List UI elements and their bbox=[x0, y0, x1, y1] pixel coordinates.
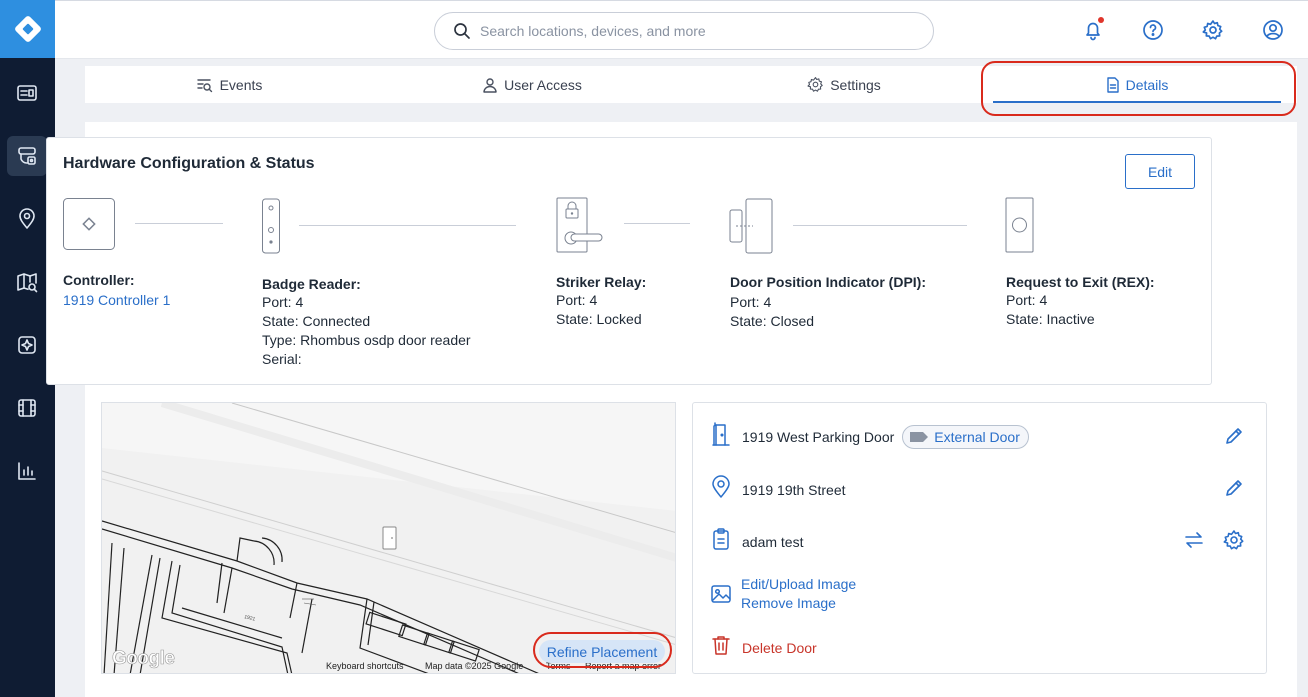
location-pin-icon bbox=[710, 475, 742, 504]
top-bar bbox=[55, 1, 1308, 59]
rex-sensor-icon bbox=[1005, 197, 1034, 253]
connector-line bbox=[793, 225, 967, 226]
settings-button[interactable] bbox=[1201, 18, 1225, 42]
edit-address-button[interactable] bbox=[1223, 477, 1245, 504]
badge-reader-port: Port: 4 bbox=[262, 294, 304, 310]
bar-chart-icon bbox=[18, 462, 36, 480]
trash-icon bbox=[710, 634, 742, 661]
policy-settings-button[interactable] bbox=[1223, 529, 1245, 556]
dashboard-icon bbox=[17, 85, 37, 101]
search-input[interactable] bbox=[480, 23, 880, 39]
delete-door-button[interactable]: Delete Door bbox=[742, 640, 817, 656]
edit-door-name-button[interactable] bbox=[1223, 425, 1245, 452]
badge-reader-icon bbox=[262, 198, 280, 254]
map-data-attribution: Map data ©2025 Google bbox=[425, 661, 524, 671]
gear-icon bbox=[1223, 530, 1244, 550]
striker-relay-port: Port: 4 bbox=[556, 292, 598, 308]
swap-policy-button[interactable] bbox=[1183, 529, 1205, 556]
striker-relay-label: Striker Relay: bbox=[556, 274, 647, 290]
tab-events[interactable]: Events bbox=[85, 66, 373, 103]
controller-icon bbox=[63, 198, 115, 250]
film-icon bbox=[18, 399, 36, 417]
events-icon bbox=[196, 78, 212, 92]
door-address: 1919 19th Street bbox=[742, 481, 846, 498]
door-name: 1919 West Parking Door bbox=[742, 428, 895, 445]
tab-user-access-label: User Access bbox=[504, 76, 582, 93]
door-sensor-icon bbox=[729, 198, 773, 254]
integrations-icon bbox=[18, 336, 36, 354]
nav-video[interactable] bbox=[7, 388, 47, 428]
delete-door-row[interactable]: Delete Door bbox=[710, 634, 817, 661]
pencil-icon bbox=[1226, 480, 1242, 496]
google-logo: Google bbox=[112, 648, 176, 670]
refine-placement-highlight bbox=[533, 632, 672, 668]
badge-reader-state: State: Connected bbox=[262, 313, 371, 329]
nav-integrations[interactable] bbox=[7, 325, 47, 365]
app-logo[interactable] bbox=[0, 0, 55, 58]
gear-icon bbox=[807, 77, 823, 92]
pencil-icon bbox=[1226, 428, 1242, 444]
connector-line bbox=[299, 225, 516, 226]
connector-line bbox=[624, 223, 690, 224]
details-tab-highlight bbox=[981, 61, 1296, 116]
door-type-label: External Door bbox=[934, 428, 1020, 445]
edit-upload-image-link[interactable]: Edit/Upload Image bbox=[741, 576, 856, 592]
tab-user-access[interactable]: User Access bbox=[388, 66, 676, 103]
tab-settings-label: Settings bbox=[830, 76, 881, 93]
remove-image-link[interactable]: Remove Image bbox=[741, 595, 836, 611]
badge-reader-type: Type: Rhombus osdp door reader bbox=[262, 332, 471, 348]
lock-icon bbox=[556, 197, 603, 253]
notifications-button[interactable] bbox=[1081, 17, 1105, 42]
door-name-row: 1919 West Parking Door External Door bbox=[710, 422, 1029, 451]
rex-state: State: Inactive bbox=[1006, 311, 1095, 327]
nav-locations[interactable] bbox=[7, 199, 47, 239]
search-icon bbox=[454, 23, 470, 39]
rex-label: Request to Exit (REX): bbox=[1006, 274, 1155, 290]
help-button[interactable] bbox=[1141, 18, 1165, 42]
rex-port: Port: 4 bbox=[1006, 292, 1048, 308]
controller-label: Controller: bbox=[63, 272, 135, 288]
connector-line bbox=[135, 223, 223, 224]
map-search-icon bbox=[17, 273, 38, 293]
dpi-port: Port: 4 bbox=[730, 294, 772, 310]
nav-access-control[interactable] bbox=[7, 136, 47, 176]
door-details-card: 1919 West Parking Door External Door 191… bbox=[692, 402, 1267, 674]
account-button[interactable] bbox=[1261, 18, 1285, 42]
location-pin-icon bbox=[19, 208, 35, 229]
policy-name: adam test bbox=[742, 533, 804, 550]
user-icon bbox=[483, 77, 497, 93]
image-icon bbox=[710, 583, 732, 610]
notification-dot bbox=[1098, 17, 1104, 23]
nav-dashboard[interactable] bbox=[7, 73, 47, 113]
badge-reader-serial: Serial: bbox=[262, 351, 302, 367]
logo-icon bbox=[14, 16, 41, 42]
tag-icon bbox=[910, 431, 929, 442]
tab-events-label: Events bbox=[219, 76, 263, 93]
nav-reports[interactable] bbox=[7, 451, 47, 491]
hardware-card: Hardware Configuration & Status Edit Con… bbox=[46, 137, 1212, 385]
hardware-title: Hardware Configuration & Status bbox=[63, 155, 315, 172]
nav-map-search[interactable] bbox=[7, 262, 47, 302]
badge-reader-label: Badge Reader: bbox=[262, 276, 361, 292]
access-control-icon bbox=[18, 147, 36, 165]
policy-row: adam test bbox=[710, 527, 803, 556]
dpi-state: State: Closed bbox=[730, 313, 815, 329]
door-type-badge: External Door bbox=[902, 424, 1029, 449]
keyboard-shortcuts-link[interactable]: Keyboard shortcuts bbox=[326, 661, 404, 671]
edit-button[interactable]: Edit bbox=[1125, 154, 1195, 189]
dpi-label: Door Position Indicator (DPI): bbox=[730, 274, 926, 290]
address-row: 1919 19th Street bbox=[710, 475, 846, 504]
search-bar[interactable] bbox=[434, 12, 934, 50]
swap-arrows-icon bbox=[1185, 532, 1203, 548]
tab-settings[interactable]: Settings bbox=[700, 66, 988, 103]
gear-icon bbox=[1202, 20, 1223, 40]
striker-relay-state: State: Locked bbox=[556, 311, 642, 327]
help-icon bbox=[1143, 20, 1163, 40]
user-circle-icon bbox=[1263, 20, 1283, 40]
controller-link[interactable]: 1919 Controller 1 bbox=[63, 292, 170, 308]
clipboard-icon bbox=[710, 527, 742, 556]
door-icon bbox=[710, 422, 742, 451]
